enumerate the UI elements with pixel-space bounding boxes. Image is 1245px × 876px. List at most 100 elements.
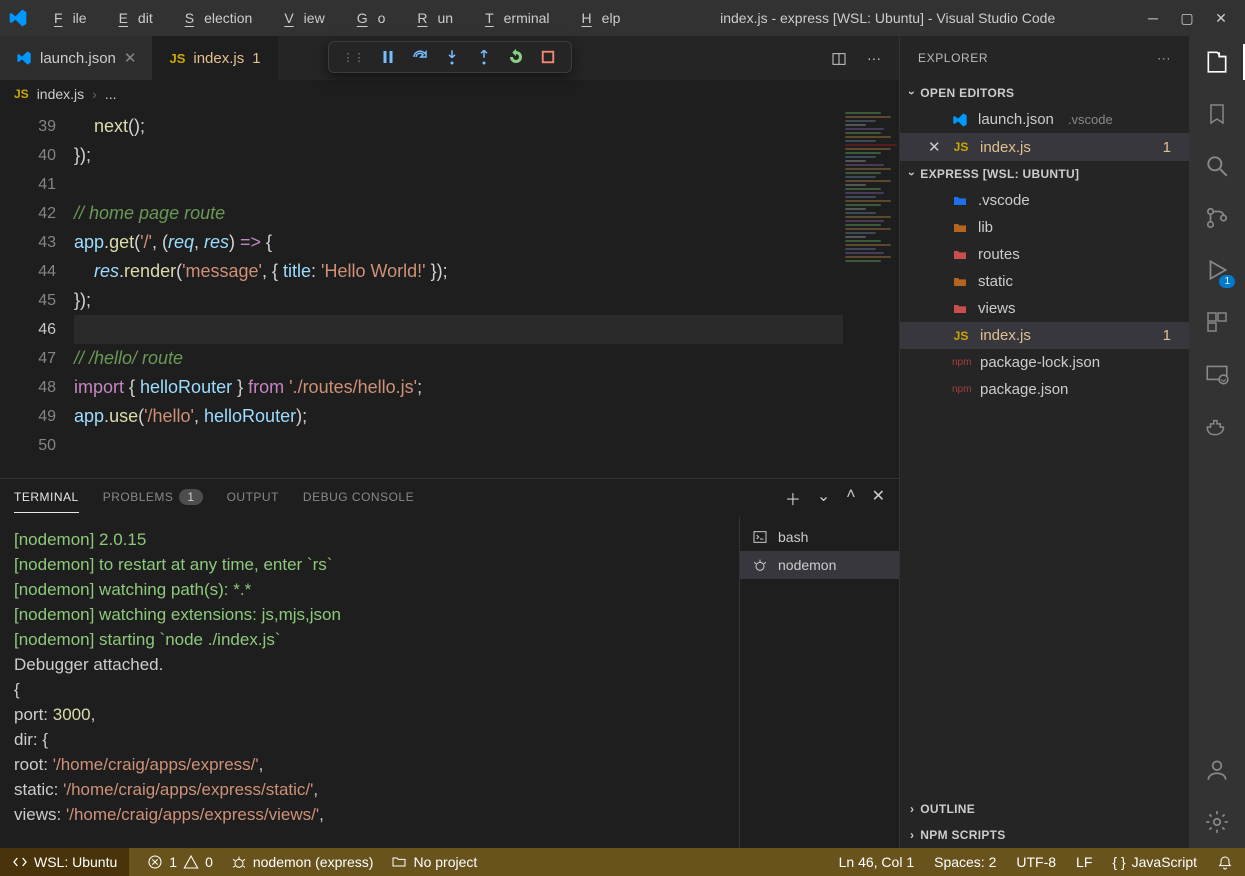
menu-edit[interactable]: Edit [99, 6, 163, 30]
menu-run[interactable]: Run [397, 6, 463, 30]
explorer-title: EXPLORER [918, 51, 988, 65]
close-button[interactable]: ✕ [1213, 10, 1229, 27]
bug-icon [752, 557, 768, 573]
vscode-folder-icon [952, 193, 968, 209]
remote-activity-icon[interactable] [1203, 360, 1231, 388]
file--vscode[interactable]: .vscode [900, 187, 1189, 214]
step-over-icon[interactable] [411, 48, 429, 66]
explorer-sidebar: EXPLORER ··· › OPEN EDITORS launch.json.… [899, 36, 1189, 848]
panel-tabs: TERMINAL PROBLEMS1 OUTPUT DEBUG CONSOLE ＋ ⌄… [0, 479, 899, 517]
step-into-icon[interactable] [443, 48, 461, 66]
file-routes[interactable]: routes [900, 241, 1189, 268]
debug-status[interactable]: nodemon (express) [231, 854, 374, 870]
tab-index-js[interactable]: JS index.js 1 [153, 36, 277, 80]
tab-label: index.js [193, 50, 244, 67]
line-gutter: 394041424344454647484950 [0, 108, 74, 478]
file-lib[interactable]: lib [900, 214, 1189, 241]
maximize-panel-icon[interactable]: ˄ [846, 486, 855, 510]
menu-selection[interactable]: Selection [165, 6, 263, 30]
terminal-item-bash[interactable]: bash [740, 523, 899, 551]
cursor-position[interactable]: Ln 46, Col 1 [839, 854, 915, 870]
menu-help[interactable]: Help [562, 6, 631, 30]
npm-file-icon: npm [952, 357, 970, 368]
account-activity-icon[interactable] [1203, 756, 1231, 784]
open-editors-header[interactable]: › OPEN EDITORS [900, 80, 1189, 106]
step-out-icon[interactable] [475, 48, 493, 66]
terminal-list: bashnodemon [739, 517, 899, 848]
debug-toolbar[interactable]: ⋮⋮ [328, 41, 572, 73]
panel-tab-output[interactable]: OUTPUT [227, 482, 279, 513]
language-status[interactable]: { }JavaScript [1112, 854, 1197, 870]
project-status[interactable]: No project [391, 854, 477, 870]
panel-tab-debug-console[interactable]: DEBUG CONSOLE [303, 482, 414, 513]
breadcrumb[interactable]: JS index.js › ... [0, 80, 899, 108]
close-tab-icon[interactable]: ✕ [124, 49, 137, 67]
source-control-activity-icon[interactable] [1203, 204, 1231, 232]
editor-column: launch.json ✕JS index.js 1 ⋮⋮ ··· JS ind… [0, 36, 899, 848]
split-editor-icon[interactable] [831, 49, 847, 66]
extensions-activity-icon[interactable] [1203, 308, 1231, 336]
run-debug-activity-icon[interactable]: 1 [1203, 256, 1231, 284]
debug-badge: 1 [1219, 275, 1235, 288]
js-file-icon: JS [169, 51, 185, 66]
breadcrumb-more: ... [105, 86, 117, 102]
file-package-lock-json[interactable]: npmpackage-lock.json [900, 349, 1189, 376]
chevron-down-icon: › [905, 172, 919, 176]
js-file-icon: JS [952, 329, 970, 343]
code-editor[interactable]: 394041424344454647484950 next();}); // h… [0, 108, 899, 478]
minimize-button[interactable]: ─ [1145, 10, 1161, 27]
close-panel-icon[interactable]: ✕ [872, 486, 885, 510]
new-terminal-icon[interactable]: ＋ [785, 486, 801, 510]
pause-icon[interactable] [379, 48, 397, 66]
bookmark-activity-icon[interactable] [1203, 100, 1231, 128]
file-static[interactable]: static [900, 268, 1189, 295]
main-area: launch.json ✕JS index.js 1 ⋮⋮ ··· JS ind… [0, 36, 1245, 848]
chevron-down-icon: › [905, 91, 919, 95]
remote-status[interactable]: WSL: Ubuntu [0, 848, 129, 876]
docker-activity-icon[interactable] [1203, 412, 1231, 440]
window-controls: ─ ▢ ✕ [1145, 10, 1237, 27]
explorer-activity-icon[interactable] [1203, 48, 1231, 76]
vscode-logo-icon [8, 8, 28, 28]
encoding-status[interactable]: UTF-8 [1016, 854, 1056, 870]
open-editor-launch-json[interactable]: launch.json.vscode [900, 106, 1189, 133]
indentation-status[interactable]: Spaces: 2 [934, 854, 996, 870]
explorer-more-icon[interactable]: ··· [1157, 51, 1171, 65]
npm-scripts-header[interactable]: › NPM SCRIPTS [900, 822, 1189, 848]
minimap[interactable] [843, 108, 899, 478]
npm-file-icon: npm [952, 384, 970, 395]
file-views[interactable]: views [900, 295, 1189, 322]
panel-tab-problems[interactable]: PROBLEMS1 [103, 482, 203, 513]
activity-bar: 1 [1189, 36, 1245, 848]
open-editor-index-js[interactable]: ✕JSindex.js1 [900, 133, 1189, 161]
problems-status[interactable]: 1 0 [147, 854, 213, 870]
eol-status[interactable]: LF [1076, 854, 1092, 870]
menu-go[interactable]: Go [337, 6, 396, 30]
stop-icon[interactable] [539, 48, 557, 66]
menu-view[interactable]: View [264, 6, 334, 30]
drag-handle-icon[interactable]: ⋮⋮ [343, 51, 365, 64]
project-header[interactable]: › EXPRESS [WSL: UBUNTU] [900, 161, 1189, 187]
close-file-icon[interactable]: ✕ [928, 138, 942, 156]
terminal-output[interactable]: [nodemon] 2.0.15[nodemon] to restart at … [0, 517, 739, 848]
title-bar: FileEditSelectionViewGoRunTerminalHelp i… [0, 0, 1245, 36]
file-index-js[interactable]: JSindex.js1 [900, 322, 1189, 349]
terminal-item-nodemon[interactable]: nodemon [740, 551, 899, 579]
tab-launch-json[interactable]: launch.json ✕ [0, 36, 153, 80]
notifications-icon[interactable] [1217, 853, 1233, 870]
terminal-dropdown-icon[interactable]: ⌄ [817, 486, 830, 510]
maximize-button[interactable]: ▢ [1179, 10, 1195, 27]
chevron-right-icon: › [910, 828, 914, 842]
outline-header[interactable]: › OUTLINE [900, 796, 1189, 822]
code-content[interactable]: next();}); // home page routeapp.get('/'… [74, 108, 843, 478]
menu-file[interactable]: File [34, 6, 97, 30]
routes-folder-icon [952, 247, 968, 263]
restart-icon[interactable] [507, 48, 525, 66]
settings-activity-icon[interactable] [1203, 808, 1231, 836]
status-bar: WSL: Ubuntu 1 0 nodemon (express) No pro… [0, 848, 1245, 876]
panel-tab-terminal[interactable]: TERMINAL [14, 482, 79, 513]
menu-terminal[interactable]: Terminal [465, 6, 559, 30]
search-activity-icon[interactable] [1203, 152, 1231, 180]
file-package-json[interactable]: npmpackage.json [900, 376, 1189, 403]
more-icon[interactable]: ··· [867, 50, 881, 66]
